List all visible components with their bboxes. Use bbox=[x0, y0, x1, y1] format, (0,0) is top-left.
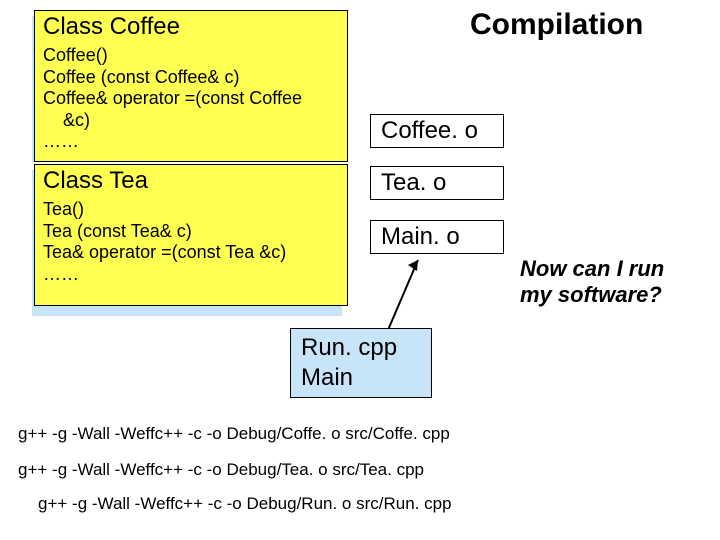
coffee-member: Coffee (const Coffee& c) bbox=[43, 67, 339, 89]
run-cpp-line: Main bbox=[301, 363, 421, 393]
gpp-command-2: g++ -g -Wall -Weffc++ -c -o Debug/Tea. o… bbox=[18, 460, 424, 480]
run-cpp-line: Run. cpp bbox=[301, 333, 421, 363]
class-tea-title: Class Tea bbox=[35, 165, 347, 195]
run-question-line: my software? bbox=[520, 282, 664, 308]
tea-o-box: Tea. o bbox=[370, 166, 504, 200]
coffee-member: &c) bbox=[43, 110, 339, 132]
arrow-run-to-main bbox=[380, 252, 430, 340]
coffee-member: …… bbox=[43, 131, 339, 153]
gpp-command-3: g++ -g -Wall -Weffc++ -c -o Debug/Run. o… bbox=[38, 494, 452, 514]
class-coffee-title: Class Coffee bbox=[35, 11, 347, 41]
run-question: Now can I run my software? bbox=[520, 256, 664, 309]
tea-member: …… bbox=[43, 264, 339, 286]
coffee-o-box: Coffee. o bbox=[370, 114, 504, 148]
gpp-command-1: g++ -g -Wall -Weffc++ -c -o Debug/Coffe.… bbox=[18, 424, 450, 444]
class-tea-box: Class Tea Tea() Tea (const Tea& c) Tea& … bbox=[34, 164, 348, 306]
class-coffee-members: Coffee() Coffee (const Coffee& c) Coffee… bbox=[35, 41, 347, 157]
tea-member: Tea() bbox=[43, 199, 339, 221]
run-cpp-box: Run. cpp Main bbox=[290, 328, 432, 398]
coffee-member: Coffee& operator =(const Coffee bbox=[43, 88, 339, 110]
main-o-box: Main. o bbox=[370, 220, 504, 254]
class-coffee-box: Class Coffee Coffee() Coffee (const Coff… bbox=[34, 10, 348, 162]
run-question-line: Now can I run bbox=[520, 256, 664, 282]
tea-member: Tea (const Tea& c) bbox=[43, 221, 339, 243]
coffee-member: Coffee() bbox=[43, 45, 339, 67]
page-title: Compilation bbox=[470, 8, 643, 42]
class-tea-members: Tea() Tea (const Tea& c) Tea& operator =… bbox=[35, 195, 347, 289]
tea-member: Tea& operator =(const Tea &c) bbox=[43, 242, 339, 264]
